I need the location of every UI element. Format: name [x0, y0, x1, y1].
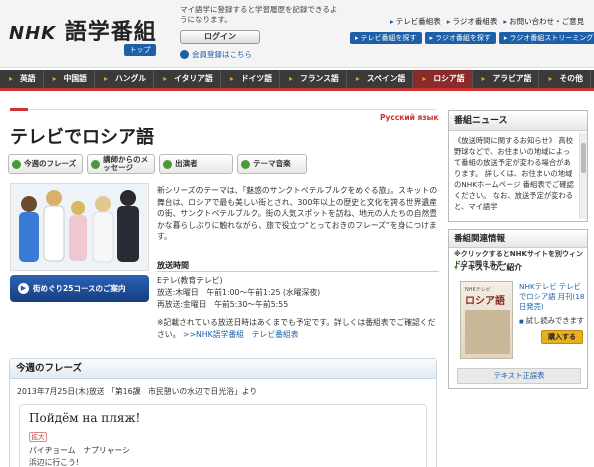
phrase-meaning: 浜辺に行こう! — [29, 458, 79, 467]
cast-photo — [10, 183, 149, 271]
register-link[interactable]: 会員登録はこちら — [180, 49, 252, 60]
broadcast-rerun: 再放送:金曜日 午前5:30〜午前5:55 — [157, 300, 289, 309]
register-link-label: 会員登録はこちら — [192, 50, 252, 59]
textbook-cover[interactable]: NHKテレビ ロシア語 — [460, 281, 513, 359]
arrow-circle-icon — [91, 160, 101, 169]
weekly-phrase-heading: 今週のフレーズ — [10, 359, 436, 379]
arrow-circle-icon — [12, 160, 21, 169]
broadcast-heading: 放送時間 — [157, 261, 189, 270]
weekly-phrase-section: 今週のフレーズ 2013年7月25日(木)放送 「第16課 市民憩いの水辺で日光… — [9, 358, 437, 467]
nhk-gogaku-logo[interactable]: NHK 語学番組 — [9, 14, 157, 46]
tv-schedule-link[interactable]: テレビ番組表 — [390, 16, 441, 27]
top-link-badge[interactable]: トップ — [124, 44, 156, 56]
related-info-title: 番組関連情報 — [449, 230, 587, 248]
lang-tab-chinese[interactable]: 中国語 — [44, 70, 95, 88]
phrase-card: Пойдём на пляж! 拡大 パイヂョーム ナプリャーシ 浜辺に行こう! — [19, 404, 427, 467]
lang-tab-french[interactable]: フランス語 — [280, 70, 347, 88]
title-accent — [10, 108, 28, 111]
tab-theme-music[interactable]: テーマ音楽 — [237, 154, 308, 174]
title-rule — [28, 109, 436, 110]
login-button[interactable]: ログイン — [180, 30, 260, 44]
language-native-name: Русский язык — [380, 113, 439, 122]
tab-label: 今週のフレーズ — [24, 159, 77, 168]
lang-tab-arabic[interactable]: アラビア語 — [473, 70, 540, 88]
radio-schedule-link[interactable]: ラジオ番組表 — [447, 16, 498, 27]
phrase-russian: Пойдём на пляж! — [29, 411, 141, 425]
city-tour-button[interactable]: ▶ 街めぐり25コースのご案内 — [10, 275, 149, 302]
arrow-right-icon: ▶ — [18, 283, 29, 294]
program-news-box: 番組ニュース 《放送時間に関するお知らせ》 高校野球などで、お住まいの地域によっ… — [448, 110, 588, 222]
find-tv-button[interactable]: テレビ番組を探す — [350, 32, 422, 44]
city-tour-label: 街めぐり25コースのご案内 — [33, 284, 126, 293]
radio-streaming-button[interactable]: ラジオ番組ストリーミング — [498, 32, 594, 44]
tv-schedule-link-inline[interactable]: >>NHK語学番組 テレビ番組表 — [183, 330, 299, 339]
member-icon — [180, 50, 189, 59]
login-note: マイ語学に登録すると学習履歴を記録できるようになります。 — [180, 5, 338, 24]
broadcast-note: ※記載されている放送日時はあくまでも予定です。詳しくは番組表でご確認ください。 … — [157, 317, 439, 341]
contact-link[interactable]: お問い合わせ・ご意見 — [503, 16, 584, 27]
zoom-badge[interactable]: 拡大 — [29, 432, 47, 442]
arrow-circle-icon — [241, 160, 251, 169]
page-title: テレビでロシア語 — [10, 127, 154, 148]
cover-title: ロシア語 — [465, 296, 505, 307]
tab-label: 講師からのメッセージ — [103, 155, 149, 172]
news-scroll-thumb[interactable] — [581, 143, 586, 173]
series-intro: 新シリーズのテーマは、「魅惑のサンクトペテルブルクをめぐる旅」。スキットの舞台は… — [157, 186, 438, 241]
lang-tab-spanish[interactable]: スペイン語 — [347, 70, 414, 88]
tab-weekly-phrase[interactable]: 今週のフレーズ — [8, 154, 84, 174]
buy-button[interactable]: 購入する — [541, 330, 583, 344]
find-radio-button[interactable]: ラジオ番組を探す — [424, 32, 496, 44]
logo-nhk: NHK — [9, 23, 57, 44]
lang-tab-russian[interactable]: ロシア語 — [413, 70, 473, 88]
logo-text: 語学番組 — [64, 20, 157, 45]
program-news-body: 《放送時間に関するお知らせ》 高校野球などで、お住まいの地域によって番組の放送予… — [454, 136, 574, 211]
arrow-circle-icon — [163, 160, 173, 169]
tab-label: 出演者 — [175, 159, 198, 168]
lang-tab-other[interactable]: その他 — [539, 70, 591, 88]
cover-image — [465, 310, 510, 354]
tab-instructor-message[interactable]: 講師からのメッセージ — [87, 154, 156, 174]
phrase-reading: パイヂョーム ナプリャーシ — [29, 446, 130, 455]
program-news-title: 番組ニュース — [449, 111, 587, 131]
phrase-date: 2013年7月25日(木)放送 「第16課 市民憩いの水辺で日光浴」より — [17, 387, 258, 396]
textbook-name-link[interactable]: NHKテレビ テレビでロシア語 月刊(18日発売) — [519, 282, 587, 312]
lang-tab-italian[interactable]: イタリア語 — [154, 70, 221, 88]
site-header: NHK 語学番組 トップ マイ語学に登録すると学習履歴を記録できるようになります… — [0, 0, 594, 68]
nav-underline — [0, 88, 594, 91]
language-nav: 英語 中国語 ハングル イタリア語 ドイツ語 フランス語 スペイン語 ロシア語 … — [0, 70, 594, 88]
section-tabs: 今週のフレーズ 講師からのメッセージ 出演者 テーマ音楽 — [8, 154, 308, 174]
textbook-sample-link[interactable]: 試し読みできます — [519, 316, 584, 326]
news-scrollbar[interactable] — [579, 133, 587, 219]
textbook-errata-link[interactable]: テキスト正誤表 — [457, 368, 581, 384]
broadcast-airtime: 放送:木曜日 午前1:00〜午前1:25 (水曜深夜) — [157, 288, 321, 297]
tab-cast[interactable]: 出演者 — [159, 154, 234, 174]
header-links: テレビ番組表 ラジオ番組表 お問い合わせ・ご意見 — [390, 16, 584, 27]
related-info-box: 番組関連情報 ※クリックするとNHKサイトを別ウィンドウで開きます テキストのご… — [448, 229, 588, 389]
broadcast-rule — [157, 271, 439, 272]
header-buttons: テレビ番組を探す ラジオ番組を探す ラジオ番組ストリーミング — [350, 32, 594, 44]
lang-tab-hangul[interactable]: ハングル — [95, 70, 155, 88]
broadcast-channel: Eテレ(教育テレビ) — [157, 276, 223, 285]
broadcast-times: Eテレ(教育テレビ) 放送:木曜日 午前1:00〜午前1:25 (水曜深夜) 再… — [157, 275, 320, 311]
textbook-heading: テキストのご紹介 — [454, 262, 522, 273]
lang-tab-english[interactable]: 英語 — [0, 70, 44, 88]
tab-label: テーマ音楽 — [253, 159, 291, 168]
lang-tab-german[interactable]: ドイツ語 — [221, 70, 281, 88]
